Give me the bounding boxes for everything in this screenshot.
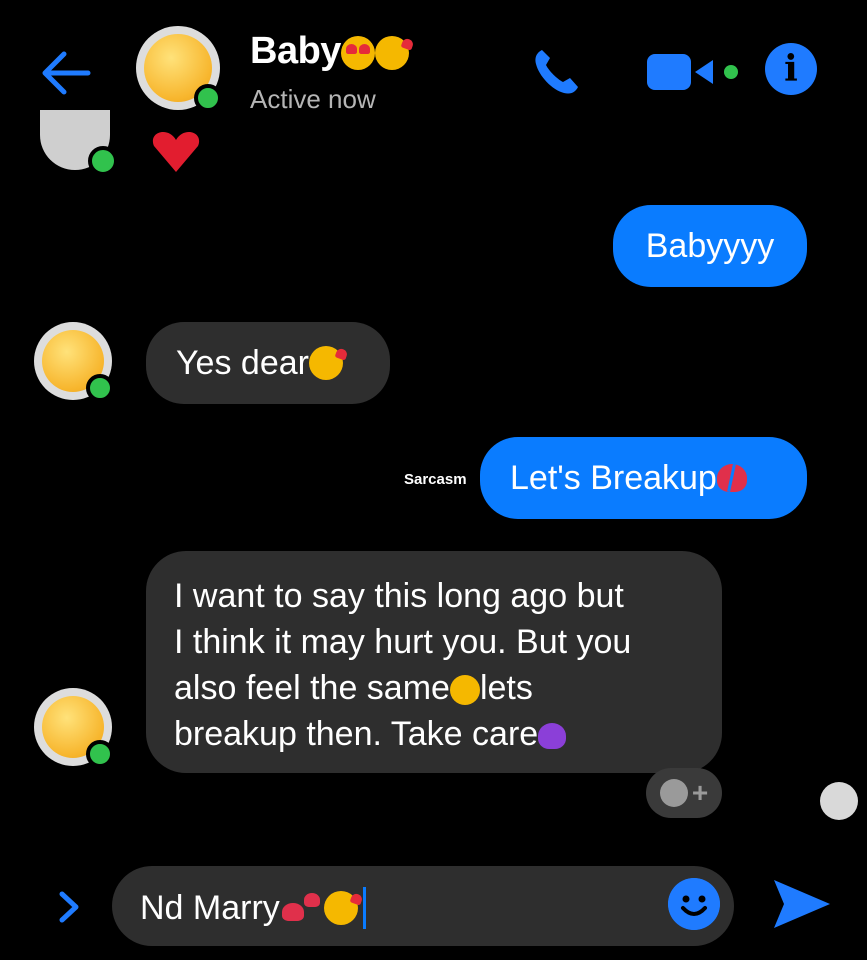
broken-heart-emoji-icon (716, 464, 747, 492)
red-heart-emoji-icon (152, 132, 200, 172)
two-hearts-emoji-icon (281, 893, 322, 923)
active-status-dot (88, 146, 118, 176)
message-input-value[interactable]: Nd Marry (140, 886, 366, 930)
message-line: also feel the same lets (174, 669, 533, 707)
message-text: Yes dear (176, 344, 309, 382)
chevron-right-icon[interactable] (52, 888, 84, 926)
sender-avatar[interactable] (34, 688, 114, 768)
seen-receipt-avatar (820, 782, 858, 820)
phone-icon[interactable] (528, 44, 584, 100)
emoji-picker-icon[interactable] (668, 878, 720, 930)
purple-heart-emoji-icon (538, 723, 567, 750)
active-status-dot (86, 740, 114, 768)
sender-avatar[interactable] (34, 322, 114, 402)
contact-name: Baby (250, 30, 341, 72)
received-message-bubble[interactable]: Yes dear (146, 322, 390, 404)
received-message-bubble[interactable]: I want to say this long ago but I think … (146, 551, 722, 773)
sarcasm-annotation: Sarcasm (404, 471, 467, 488)
message-line: breakup then. Take care (174, 711, 694, 757)
active-status-text: Active now (250, 84, 376, 114)
kissing-face-emoji-icon (308, 346, 343, 380)
message-line: I think it may hurt you. But you (174, 623, 632, 661)
active-status-dot (194, 84, 222, 112)
message-text: Let's Breakup (510, 459, 717, 497)
text-caret (362, 887, 366, 929)
contact-name-row[interactable]: Baby (250, 30, 409, 73)
add-reaction-button[interactable]: + (646, 768, 722, 818)
smiling-face-emoji-icon (449, 675, 480, 706)
reaction-smiley-icon (659, 779, 688, 807)
kissing-face-emoji-icon (374, 35, 409, 70)
sent-message-bubble[interactable]: Babyyyy (613, 205, 807, 287)
back-arrow-icon[interactable] (38, 48, 94, 98)
active-status-dot (86, 374, 114, 402)
video-camera-icon[interactable] (645, 50, 741, 94)
info-icon[interactable]: i (765, 43, 817, 95)
contact-avatar[interactable] (136, 26, 222, 112)
message-line: I want to say this long ago but (174, 577, 624, 615)
heart-eyes-emoji-icon (340, 35, 375, 70)
send-icon[interactable] (770, 876, 834, 932)
sent-message-bubble[interactable]: Let's Breakup (480, 437, 807, 519)
kissing-face-emoji-icon (323, 891, 358, 925)
message-text: Babyyyy (645, 227, 775, 265)
